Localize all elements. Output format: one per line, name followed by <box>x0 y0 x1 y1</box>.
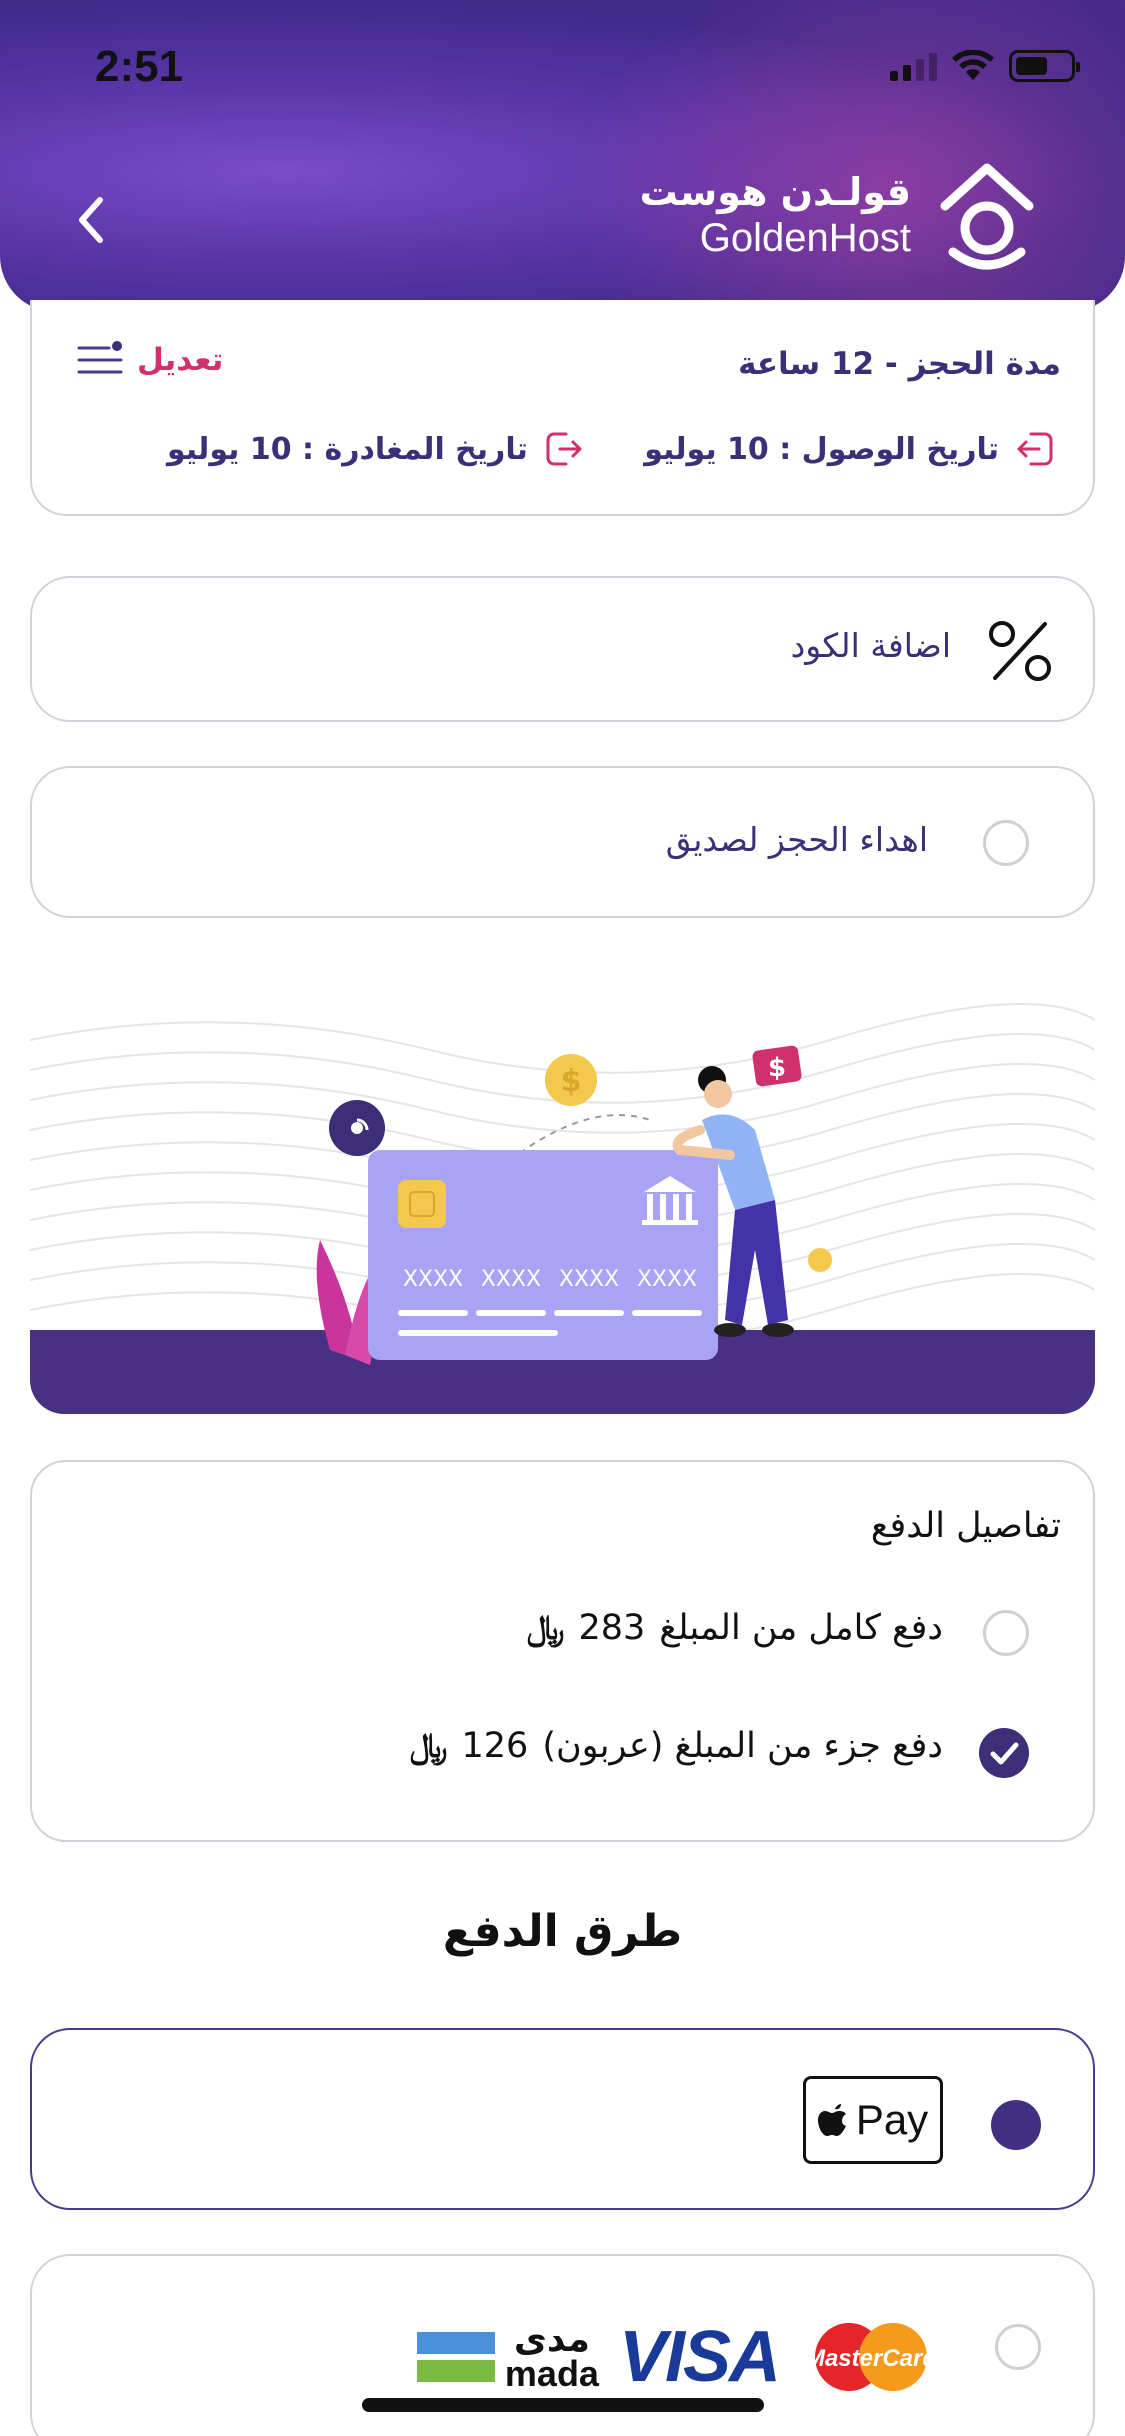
arrival-date: تاريخ الوصول : 10 يوليو <box>644 430 1055 468</box>
gift-booking-option[interactable]: اهداء الحجز لصديق <box>30 766 1095 918</box>
departure-date-text: تاريخ المغادرة : 10 يوليو <box>167 431 528 467</box>
gift-label: اهداء الحجز لصديق <box>665 820 928 859</box>
check-out-icon <box>546 432 582 466</box>
payment-details-card: تفاصيل الدفع دفع كامل من المبلغ 283 ﷼ دف… <box>30 1460 1095 1842</box>
riyal-icon: ﷼ <box>409 1726 448 1766</box>
deposit-payment-checkbox[interactable] <box>979 1728 1029 1778</box>
status-time: 2:51 <box>95 42 184 91</box>
logo-text-arabic: قولـدن هوست <box>639 170 911 214</box>
check-in-icon <box>1017 432 1053 466</box>
deposit-payment-amount: 126 <box>461 1726 529 1766</box>
mastercard-label: MasterCard <box>805 2345 938 2372</box>
full-payment-amount: 283 <box>578 1608 646 1648</box>
deposit-payment-option[interactable]: دفع جزء من المبلغ (عربون) 126 ﷼ <box>410 1726 943 1766</box>
apple-icon <box>817 2104 846 2136</box>
booking-summary-card: مدة الحجز - 12 ساعة تعديل تاريخ الوصول :… <box>30 300 1095 516</box>
mada-english: mada <box>504 2353 599 2394</box>
card-number-group-3: XXXX <box>559 1267 619 1292</box>
add-coupon-field[interactable]: اضافة الكود <box>30 576 1095 722</box>
card-brand-logos: مدى mada VISA MasterCard <box>416 2316 943 2398</box>
payment-illustration: $ $ XXXX XXXX XXXX XXXX <box>30 980 1095 1414</box>
full-payment-radio[interactable] <box>983 1610 1029 1656</box>
signal-icon <box>890 51 937 81</box>
back-button[interactable] <box>68 190 118 250</box>
gift-radio[interactable] <box>983 820 1029 866</box>
full-payment-option[interactable]: دفع كامل من المبلغ 283 ﷼ <box>527 1608 943 1648</box>
visa-logo: VISA <box>618 2317 781 2397</box>
edit-label: تعديل <box>137 342 224 378</box>
duration-label: مدة الحجز - <box>884 346 1061 382</box>
filter-edit-icon <box>77 341 123 374</box>
bubble-symbol: $ <box>768 1053 786 1083</box>
payment-details-title: تفاصيل الدفع <box>870 1506 1061 1546</box>
edit-booking-button[interactable]: تعديل <box>77 340 223 380</box>
percent-icon <box>989 621 1051 681</box>
status-icons <box>890 50 1080 82</box>
payment-methods-title: طرق الدفع <box>442 1906 683 1957</box>
mastercard-logo: MasterCard <box>805 2323 938 2391</box>
card-number-group-1: XXXX <box>403 1267 463 1292</box>
mada-logo: مدى mada <box>416 2319 599 2394</box>
mada-arabic: مدى <box>513 2319 590 2360</box>
duration-value: 12 ساعة <box>738 346 875 382</box>
coupon-label: اضافة الكود <box>790 626 951 665</box>
house-logo-icon <box>940 163 1034 270</box>
apple-pay-radio-selected[interactable] <box>991 2100 1041 2150</box>
full-payment-label: دفع كامل من المبلغ <box>659 1608 943 1648</box>
apple-pay-option[interactable]: Pay <box>30 2028 1095 2210</box>
apple-pay-label: Pay <box>855 2096 929 2143</box>
card-payment-radio[interactable] <box>995 2324 1041 2370</box>
departure-date: تاريخ المغادرة : 10 يوليو <box>167 430 584 468</box>
card-number-group-4: XXXX <box>637 1267 697 1292</box>
app-logo: قولـدن هوست GoldenHost <box>640 160 1035 272</box>
booking-duration: مدة الحجز - 12 ساعة <box>738 346 1061 382</box>
card-number-group-2: XXXX <box>481 1267 541 1292</box>
checkmark-icon <box>990 1742 1019 1765</box>
wifi-icon <box>952 50 994 80</box>
coin-symbol: $ <box>561 1064 582 1099</box>
riyal-icon: ﷼ <box>526 1608 565 1648</box>
deposit-payment-label: دفع جزء من المبلغ (عربون) <box>542 1726 943 1766</box>
credit-card-illustration <box>30 1003 1095 1414</box>
apple-pay-logo: Pay <box>803 2076 943 2164</box>
battery-icon <box>1009 50 1080 82</box>
logo-text-english: GoldenHost <box>699 216 911 260</box>
home-indicator <box>362 2398 764 2412</box>
arrival-date-text: تاريخ الوصول : 10 يوليو <box>644 431 999 467</box>
app-header: 2:51 قولـدن هوست GoldenHost <box>0 0 1125 312</box>
